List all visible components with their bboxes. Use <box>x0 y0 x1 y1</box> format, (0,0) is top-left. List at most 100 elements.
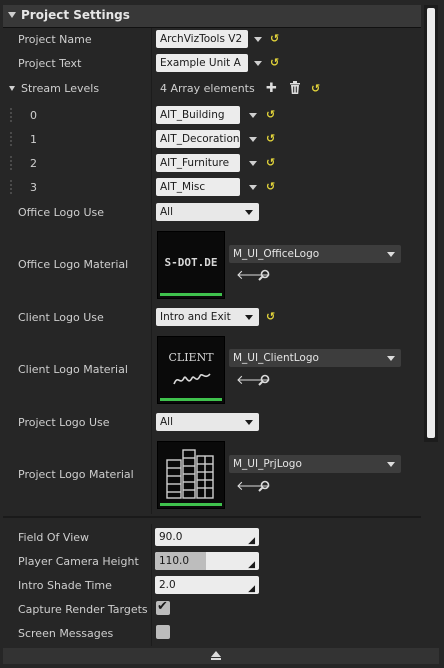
drag-corner-icon: ◢ <box>248 560 255 570</box>
drag-handle-icon[interactable] <box>10 156 12 172</box>
stream-level-index: 3 <box>30 181 37 194</box>
stream-level-options-arrow-icon[interactable] <box>249 185 257 190</box>
details-panel: Project Settings Project Name ArchVizToo… <box>0 0 444 668</box>
reset-arrow-icon[interactable]: ↺ <box>270 32 279 45</box>
capture-render-targets-label: Capture Render Targets <box>18 603 148 616</box>
stream-level-options-arrow-icon[interactable] <box>249 137 257 142</box>
project-text-options-arrow-icon[interactable] <box>254 61 262 66</box>
reset-arrow-icon[interactable]: ↺ <box>266 310 275 323</box>
client-logo-use-label: Client Logo Use <box>18 311 104 324</box>
project-logo-material-dropdown[interactable]: M_UI_PrjLogo <box>229 455 401 473</box>
project-text-input[interactable]: Example Unit A <box>156 54 248 72</box>
office-logo-material-label: Office Logo Material <box>18 258 129 271</box>
stream-level-input[interactable]: AIT_Misc <box>156 178 240 196</box>
asset-type-bar <box>160 503 222 506</box>
reset-arrow-icon[interactable]: ↺ <box>266 156 275 169</box>
screen-messages-label: Screen Messages <box>18 627 114 640</box>
drag-handle-icon[interactable] <box>10 132 12 148</box>
project-logo-use-dropdown[interactable]: All <box>156 413 259 431</box>
search-icon[interactable] <box>258 269 270 284</box>
chevron-down-icon <box>387 462 395 467</box>
section-separator <box>3 516 421 518</box>
chevron-down-icon <box>387 252 395 257</box>
chevron-down-icon <box>245 420 253 425</box>
client-logo-use-value: Intro and Exit <box>160 311 231 323</box>
asset-type-bar <box>160 398 222 401</box>
category-header[interactable]: Project Settings <box>3 5 421 28</box>
expand-up-icon <box>211 651 221 657</box>
chevron-down-icon <box>245 210 253 215</box>
stream-level-index: 1 <box>30 133 37 146</box>
stream-levels-count: 4 Array elements <box>160 82 255 95</box>
office-logo-thumbnail[interactable]: S-DOT.DE <box>157 231 225 299</box>
office-logo-material-value: M_UI_OfficeLogo <box>233 248 320 260</box>
plus-icon[interactable]: ✚ <box>266 82 277 95</box>
stream-level-index: 0 <box>30 109 37 122</box>
player-camera-height-label: Player Camera Height <box>18 555 139 568</box>
client-logo-thumb-text: CLIENT <box>168 351 214 364</box>
checkmark-icon: ✔ <box>157 599 168 614</box>
reset-arrow-icon[interactable]: ↺ <box>270 56 279 69</box>
office-logo-material-dropdown[interactable]: M_UI_OfficeLogo <box>229 245 401 263</box>
collapse-triangle-icon[interactable] <box>8 12 16 18</box>
reset-arrow-icon[interactable]: ↺ <box>266 108 275 121</box>
project-logo-material-value: M_UI_PrjLogo <box>233 458 302 470</box>
client-logo-use-dropdown[interactable]: Intro and Exit <box>156 308 259 326</box>
player-camera-height-input[interactable]: 110.0 ◢ <box>155 552 259 570</box>
intro-shade-time-input[interactable]: 2.0 ◢ <box>155 576 259 594</box>
drag-corner-icon: ◢ <box>248 584 255 594</box>
project-text-label: Project Text <box>18 57 82 70</box>
field-of-view-value: 90.0 <box>159 531 183 543</box>
player-camera-height-value: 110.0 <box>159 555 190 567</box>
reset-arrow-icon[interactable]: ↺ <box>266 180 275 193</box>
expand-triangle-icon[interactable] <box>9 86 15 91</box>
stream-level-options-arrow-icon[interactable] <box>249 113 257 118</box>
stream-level-index: 2 <box>30 157 37 170</box>
project-logo-material-label: Project Logo Material <box>18 468 134 481</box>
stream-levels-label: Stream Levels <box>21 82 100 95</box>
intro-shade-time-value: 2.0 <box>159 579 176 591</box>
project-name-input[interactable]: ArchVizTools V2 <box>156 30 248 48</box>
stream-level-input[interactable]: AIT_Building <box>156 106 240 124</box>
office-logo-thumb-text: S-DOT.DE <box>164 256 218 269</box>
category-title: Project Settings <box>21 8 130 22</box>
search-icon[interactable] <box>258 480 270 495</box>
asset-type-bar <box>160 293 222 296</box>
client-logo-material-value: M_UI_ClientLogo <box>233 352 319 364</box>
column-divider[interactable] <box>151 28 152 514</box>
column-divider[interactable] <box>151 524 152 646</box>
chevron-down-icon <box>245 315 253 320</box>
field-of-view-input[interactable]: 90.0 ◢ <box>155 528 259 546</box>
field-of-view-label: Field Of View <box>18 531 90 544</box>
reset-arrow-icon[interactable]: ↺ <box>266 132 275 145</box>
client-logo-material-label: Client Logo Material <box>18 363 128 376</box>
advanced-expander[interactable] <box>3 648 439 664</box>
chevron-down-icon <box>387 356 395 361</box>
buildings-logo-icon <box>166 449 214 499</box>
project-logo-use-value: All <box>160 416 174 428</box>
stream-level-options-arrow-icon[interactable] <box>249 161 257 166</box>
drag-handle-icon[interactable] <box>10 180 12 196</box>
search-icon[interactable] <box>258 374 270 389</box>
client-logo-material-dropdown[interactable]: M_UI_ClientLogo <box>229 349 401 367</box>
project-logo-use-label: Project Logo Use <box>18 416 110 429</box>
screen-messages-checkbox[interactable] <box>156 625 170 639</box>
stream-level-input[interactable]: AIT_Furniture <box>156 154 240 172</box>
intro-shade-time-label: Intro Shade Time <box>18 579 112 592</box>
reset-arrow-icon[interactable]: ↺ <box>311 82 320 95</box>
project-name-label: Project Name <box>18 33 92 46</box>
stream-level-input[interactable]: AIT_Decoration <box>156 130 240 148</box>
trash-icon[interactable] <box>289 81 301 97</box>
project-logo-thumbnail[interactable] <box>157 441 225 509</box>
office-logo-use-dropdown[interactable]: All <box>156 203 259 221</box>
scrollbar-thumb[interactable] <box>427 8 435 438</box>
office-logo-use-value: All <box>160 206 174 218</box>
capture-render-targets-checkbox[interactable]: ✔ <box>156 599 170 615</box>
signature-scribble-icon <box>173 373 211 385</box>
client-logo-thumbnail[interactable]: CLIENT <box>157 336 225 404</box>
project-name-options-arrow-icon[interactable] <box>254 37 262 42</box>
drag-handle-icon[interactable] <box>10 108 12 124</box>
drag-corner-icon: ◢ <box>248 536 255 546</box>
expand-up-bar <box>211 658 221 660</box>
office-logo-use-label: Office Logo Use <box>18 206 105 219</box>
